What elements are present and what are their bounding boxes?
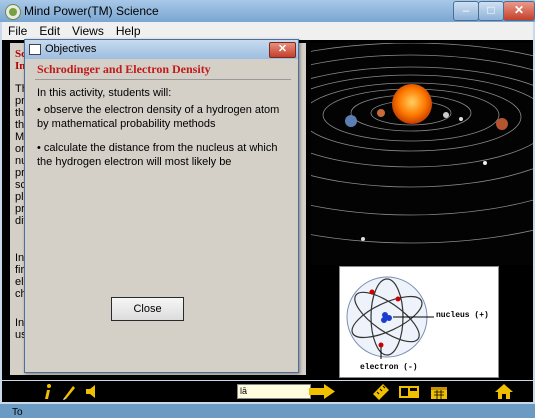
menu-bar: File Edit Views Help: [2, 22, 533, 40]
close-window-button[interactable]: ✕: [503, 1, 535, 21]
menu-help[interactable]: Help: [110, 22, 147, 38]
menu-file[interactable]: File: [2, 22, 33, 38]
dialog-bullet-2: • calculate the distance from the nucleu…: [37, 142, 278, 168]
window-title: Mind Power(TM) Science: [24, 4, 159, 18]
electron-label: electron (-): [360, 363, 418, 372]
app-window: Mind Power(TM) Science – □ ✕ File Edit Vie…: [0, 0, 535, 418]
ruler-icon[interactable]: [372, 383, 390, 400]
pencil-icon[interactable]: [62, 383, 76, 400]
dialog-icon: [29, 44, 41, 55]
dialog-divider: [35, 79, 291, 80]
dialog-intro: In this activity, students will:: [37, 87, 172, 99]
nucleus-label: nucleus (+): [436, 311, 489, 320]
title-bar: Mind Power(TM) Science – □ ✕: [0, 0, 535, 22]
dialog-close-icon[interactable]: ✕: [269, 42, 296, 58]
close-button[interactable]: Close: [111, 297, 184, 321]
arrow-right-icon[interactable]: [308, 383, 336, 400]
app-icon: [5, 4, 21, 20]
dialog-title: Objectives: [45, 43, 97, 55]
search-input[interactable]: lā: [237, 384, 311, 399]
menu-edit[interactable]: Edit: [33, 22, 66, 38]
bottom-toolbar: lā: [2, 381, 533, 402]
glossary-icon[interactable]: [398, 383, 420, 400]
maximize-button[interactable]: □: [478, 1, 504, 21]
atom-diagram: nucleus (+) electron (-): [339, 266, 499, 378]
calendar-icon[interactable]: [430, 383, 448, 400]
dialog-title-bar: Objectives ✕: [25, 40, 298, 59]
minimize-button[interactable]: –: [453, 1, 479, 21]
objectives-dialog: Objectives ✕ Schrodinger and Electron De…: [24, 39, 299, 373]
lesson-text-fragment: In: [15, 317, 25, 329]
menu-views[interactable]: Views: [66, 22, 110, 38]
lesson-text-fragment: In: [15, 252, 25, 264]
dialog-heading: Schrodinger and Electron Density: [37, 62, 211, 76]
speaker-icon[interactable]: [84, 383, 98, 400]
home-icon[interactable]: [494, 383, 514, 400]
info-icon[interactable]: [42, 383, 54, 400]
solar-system-image: [311, 43, 533, 265]
status-text: To: [12, 407, 23, 418]
lesson-text-fragment: pl: [15, 191, 24, 203]
dialog-bullet-1: • observe the electron density of a hydr…: [37, 104, 280, 130]
